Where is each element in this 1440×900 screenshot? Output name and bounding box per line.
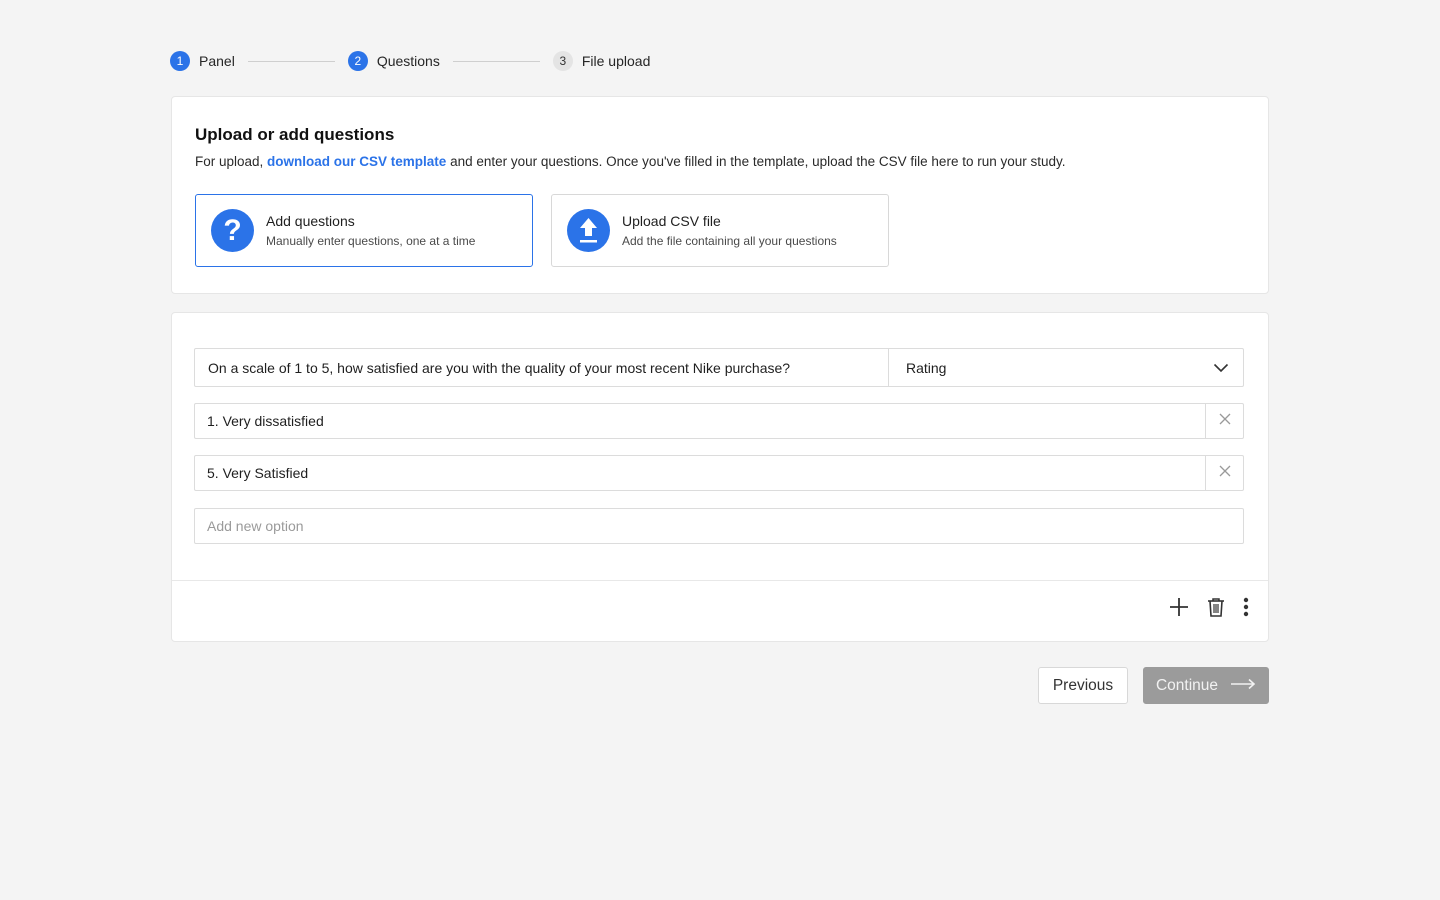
chevron-down-icon: [1213, 360, 1229, 376]
stepper: 1 Panel 2 Questions 3 File upload: [170, 50, 650, 72]
answer-option-row: [194, 403, 1244, 439]
upload-icon: [567, 209, 610, 252]
option-title: Add questions: [266, 213, 355, 229]
option-subtitle: Manually enter questions, one at a time: [266, 234, 476, 248]
description-prefix: For upload,: [195, 154, 268, 169]
step-connector: [247, 60, 335, 62]
upload-card-title: Upload or add questions: [195, 125, 395, 144]
question-icon: ?: [211, 209, 254, 252]
new-option-input[interactable]: [195, 509, 1243, 543]
remove-option-button[interactable]: [1205, 456, 1243, 490]
new-option-row: [194, 508, 1244, 544]
arrow-right-icon: [1230, 677, 1256, 695]
step-number: 3: [552, 51, 573, 71]
step-panel[interactable]: 1 Panel: [170, 51, 235, 71]
question-card: Rating: [171, 312, 1269, 642]
step-label: Questions: [376, 53, 440, 69]
upload-csv-option[interactable]: Upload CSV file Add the file containing …: [551, 194, 889, 267]
step-number: 1: [170, 51, 190, 71]
answer-option-row: [194, 455, 1244, 491]
trash-icon[interactable]: [1207, 597, 1225, 617]
answer-option-input[interactable]: [195, 456, 1205, 490]
close-icon: [1219, 412, 1231, 430]
step-file-upload[interactable]: 3 File upload: [552, 51, 651, 71]
step-number: 2: [347, 51, 368, 71]
close-icon: [1219, 464, 1231, 482]
question-actions: [1169, 597, 1249, 617]
csv-template-link[interactable]: download our CSV template: [267, 154, 446, 169]
step-label: File upload: [581, 53, 651, 69]
option-title: Upload CSV file: [622, 213, 721, 229]
remove-option-button[interactable]: [1205, 404, 1243, 438]
more-vertical-icon[interactable]: [1243, 597, 1249, 617]
card-divider: [172, 580, 1268, 581]
question-row: Rating: [194, 348, 1244, 387]
continue-button[interactable]: Continue: [1143, 667, 1269, 704]
option-subtitle: Add the file containing all your questio…: [622, 234, 837, 248]
question-type-value: Rating: [906, 359, 947, 376]
answer-option-input[interactable]: [195, 404, 1205, 438]
question-type-select[interactable]: Rating: [888, 349, 1243, 386]
svg-text:?: ?: [223, 214, 241, 247]
add-questions-option[interactable]: ? Add questions Manually enter questions…: [195, 194, 533, 267]
step-connector: [452, 60, 540, 62]
upload-card: Upload or add questions For upload, down…: [171, 96, 1269, 294]
plus-icon[interactable]: [1169, 597, 1189, 617]
step-questions[interactable]: 2 Questions: [347, 51, 440, 71]
previous-button[interactable]: Previous: [1038, 667, 1128, 704]
step-label: Panel: [199, 53, 235, 69]
description-suffix: and enter your questions. Once you've fi…: [446, 154, 1066, 169]
question-text-input[interactable]: [195, 349, 888, 386]
continue-label: Continue: [1155, 676, 1219, 694]
upload-card-description: For upload, download our CSV template an…: [195, 154, 1066, 169]
